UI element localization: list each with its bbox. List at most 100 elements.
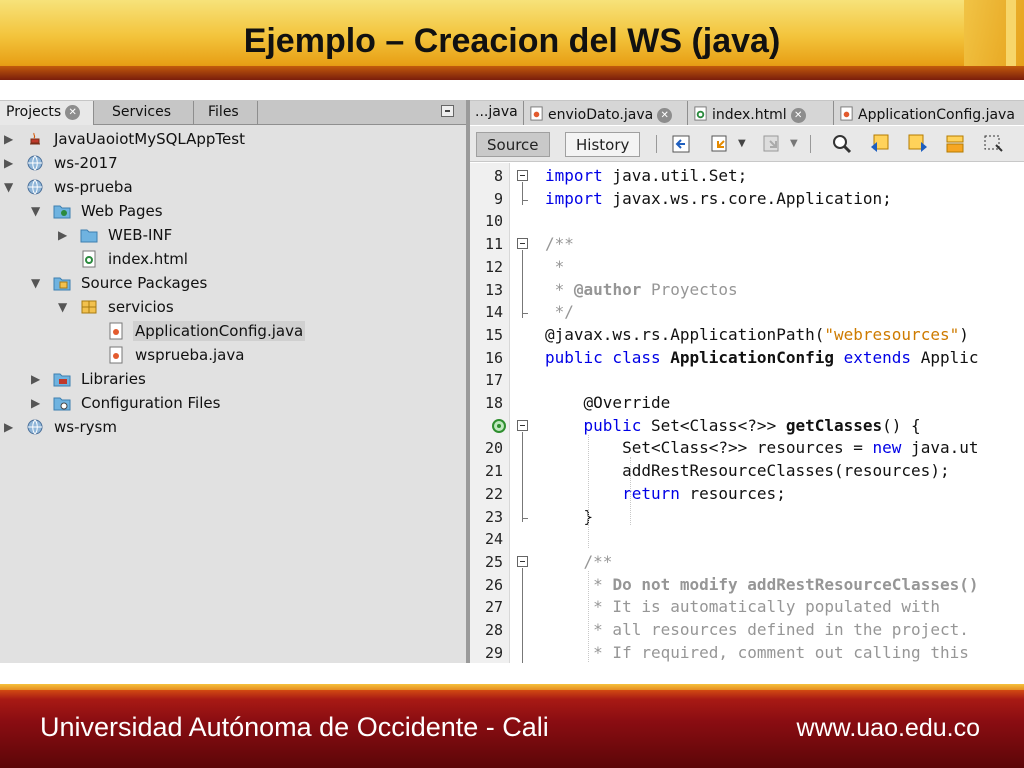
editor-panel: ...java envioDato.java ✕ index.html ✕ Appl… (470, 100, 1024, 663)
expand-arrow-icon[interactable]: ▶ (4, 151, 16, 175)
code-token: getClasses (785, 415, 883, 435)
html-file-icon (694, 106, 707, 121)
find-icon[interactable] (830, 133, 854, 155)
collapse-arrow-icon[interactable]: ▼ (31, 271, 43, 295)
code-token: Do not modify addRestResourceClasses() (612, 574, 979, 594)
line-number: 27 (484, 598, 503, 617)
tree-node-label: ws-2017 (54, 154, 118, 172)
fold-end (522, 313, 528, 315)
tree-node-label: servicios (108, 298, 174, 316)
source-packages-icon (53, 274, 71, 292)
web-project-icon (26, 418, 44, 436)
fold-toggle-icon[interactable] (517, 170, 528, 181)
fold-end (522, 517, 528, 519)
code-token: "webresources" (824, 324, 960, 344)
code-line: public Set<Class<?>> getClasses() { (545, 415, 921, 437)
code-token: @javax.ws.rs.ApplicationPath( (545, 324, 825, 344)
editor-tab-enviodato[interactable]: envioDato.java ✕ (524, 101, 688, 125)
code-token: * If required, comment out calling this (545, 642, 969, 662)
minimize-icon[interactable] (441, 105, 454, 117)
java-file-icon (530, 106, 543, 121)
toolbar-separator (810, 135, 811, 153)
expand-arrow-icon[interactable]: ▶ (4, 127, 16, 151)
code-token: java.util.Set; (602, 166, 748, 185)
editor-tab-index-html[interactable]: index.html ✕ (688, 101, 834, 125)
tree-node-label: ws-prueba (54, 178, 133, 196)
back-icon[interactable] (710, 133, 734, 155)
forward-dropdown-icon[interactable]: ▼ (790, 138, 798, 149)
editor-tab-java[interactable]: ...java (470, 101, 524, 125)
editor-tab-label: index.html (712, 107, 787, 123)
editor-tab-applicationconfig[interactable]: ApplicationConfig.java (834, 101, 1024, 125)
code-token: import (545, 188, 603, 208)
header-bar (0, 66, 1024, 80)
java-file-icon (107, 346, 125, 364)
fold-toggle-icon[interactable] (517, 238, 528, 250)
history-button[interactable]: History (565, 132, 641, 157)
code-token: () { (882, 415, 921, 435)
line-number: 18 (484, 394, 503, 412)
source-button[interactable]: Source (476, 132, 550, 157)
fold-guide (522, 567, 523, 663)
config-files-icon (53, 394, 71, 412)
tree-node-label: WEB-INF (108, 226, 173, 244)
toggle-highlight-icon[interactable] (944, 133, 968, 155)
line-number: 26 (484, 575, 503, 594)
editor-tab-label: ApplicationConfig.java (858, 107, 1015, 123)
override-icon[interactable] (492, 418, 506, 433)
code-line: } (545, 506, 594, 528)
expand-arrow-icon[interactable]: ▶ (31, 367, 43, 391)
close-icon[interactable]: ✕ (65, 105, 81, 120)
fold-toggle-icon[interactable] (517, 555, 528, 567)
code-line: * @author Proyectos (545, 279, 738, 301)
collapse-arrow-icon[interactable]: ▼ (58, 295, 70, 319)
expand-arrow-icon[interactable]: ▶ (4, 415, 16, 439)
java-file-icon (840, 106, 853, 121)
slide: Ejemplo – Creacion del WS (java) Project… (0, 0, 1024, 768)
last-edit-icon[interactable] (670, 133, 694, 155)
collapse-arrow-icon[interactable]: ▼ (4, 175, 16, 199)
code-line: * (545, 256, 565, 278)
tab-label: Files (208, 104, 239, 120)
close-icon[interactable]: ✕ (790, 108, 806, 123)
line-number: 21 (484, 462, 503, 481)
line-number: 17 (484, 371, 503, 390)
code-line: @javax.ws.rs.ApplicationPath("webresourc… (545, 324, 969, 346)
slide-title: Ejemplo – Creacion del WS (java) (243, 22, 781, 60)
fold-guide (522, 250, 523, 319)
toggle-rectangular-selection-icon[interactable] (982, 133, 1006, 155)
line-number: 24 (484, 530, 503, 549)
code-line: public class ApplicationConfig extends A… (545, 347, 979, 369)
indent-guide (630, 457, 631, 526)
back-dropdown-icon[interactable]: ▼ (738, 138, 746, 149)
find-previous-icon[interactable] (868, 133, 892, 155)
code-line: * all resources defined in the project. (545, 619, 969, 641)
code-token: /** (545, 234, 574, 254)
find-next-icon[interactable] (906, 133, 930, 155)
code-token: * (545, 279, 574, 299)
code-line: Set<Class<?>> resources = new java.ut (545, 437, 978, 459)
tab-files[interactable]: Files (194, 101, 258, 125)
code-token: import (545, 166, 603, 185)
tree-node-label: Web Pages (81, 202, 163, 220)
tab-projects[interactable]: Projects ✕ (0, 101, 94, 125)
forward-icon[interactable] (762, 133, 786, 155)
code-line: import java.util.Set; (545, 165, 747, 187)
editor-tab-label: ...java (475, 104, 518, 120)
code-token: Set<Class<?>> resources = (545, 438, 873, 458)
web-project-icon (26, 154, 44, 172)
fold-toggle-icon[interactable] (517, 419, 528, 431)
close-icon[interactable]: ✕ (657, 108, 673, 123)
code-token: @Override (545, 393, 671, 412)
line-number: 10 (484, 212, 503, 231)
folder-icon (80, 226, 98, 244)
line-number: 16 (484, 348, 503, 367)
line-number-gutter: 8 9 10 11 12 13 14 15 16 17 18 20 21 22 23 24 25 26 27 28 29 (470, 163, 510, 663)
line-number: 9 (493, 189, 503, 208)
collapse-arrow-icon[interactable]: ▼ (31, 199, 43, 223)
expand-arrow-icon[interactable]: ▶ (58, 223, 70, 247)
java-file-icon (107, 322, 125, 340)
tree-node-label: Libraries (81, 370, 146, 388)
expand-arrow-icon[interactable]: ▶ (31, 391, 43, 415)
tab-services[interactable]: Services (94, 101, 194, 125)
